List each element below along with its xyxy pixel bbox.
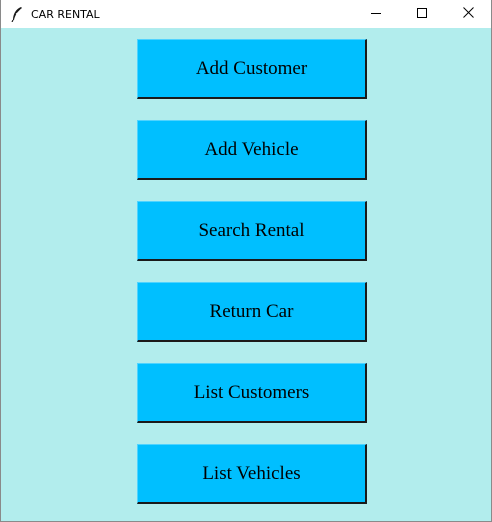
return-car-button[interactable]: Return Car	[137, 282, 367, 342]
close-icon	[462, 5, 474, 23]
search-rental-button[interactable]: Search Rental	[137, 201, 367, 261]
feather-icon	[10, 6, 24, 23]
minimize-icon	[371, 5, 381, 23]
close-button[interactable]	[445, 0, 491, 28]
main-content: Add Customer Add Vehicle Search Rental R…	[1, 28, 491, 521]
maximize-icon	[417, 5, 427, 23]
window-title: CAR RENTAL	[31, 7, 100, 21]
app-window: CAR RENTAL Add Customer Add Vehicle Sear…	[0, 0, 492, 522]
minimize-button[interactable]	[353, 0, 399, 28]
list-vehicles-button[interactable]: List Vehicles	[137, 444, 367, 504]
window-controls	[353, 0, 491, 28]
list-customers-button[interactable]: List Customers	[137, 363, 367, 423]
add-vehicle-button[interactable]: Add Vehicle	[137, 120, 367, 180]
maximize-button[interactable]	[399, 0, 445, 28]
add-customer-button[interactable]: Add Customer	[137, 39, 367, 99]
title-bar[interactable]: CAR RENTAL	[1, 0, 491, 28]
